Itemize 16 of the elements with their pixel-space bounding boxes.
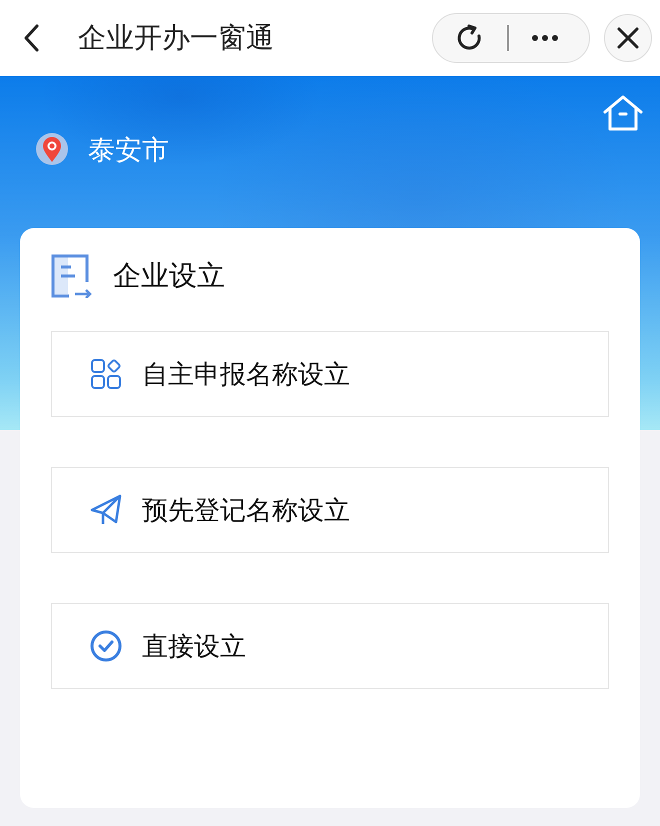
option-item[interactable]: 自主申报名称设立 (51, 331, 609, 417)
grid-icon (90, 358, 122, 390)
back-icon[interactable] (22, 23, 40, 53)
page-title: 企业开办一窗通 (78, 20, 275, 56)
option-item[interactable]: 预先登记名称设立 (51, 467, 609, 553)
close-button[interactable] (604, 14, 652, 62)
location-pin-icon (34, 132, 70, 168)
home-icon[interactable] (602, 94, 644, 132)
option-item[interactable]: 直接设立 (51, 603, 609, 689)
more-icon[interactable] (531, 34, 559, 42)
paper-plane-icon (90, 494, 122, 526)
document-arrow-icon (51, 254, 93, 298)
check-circle-icon (90, 630, 122, 662)
city-label[interactable]: 泰安市 (88, 132, 169, 168)
section-title: 企业设立 (113, 258, 225, 294)
close-icon (617, 27, 639, 49)
